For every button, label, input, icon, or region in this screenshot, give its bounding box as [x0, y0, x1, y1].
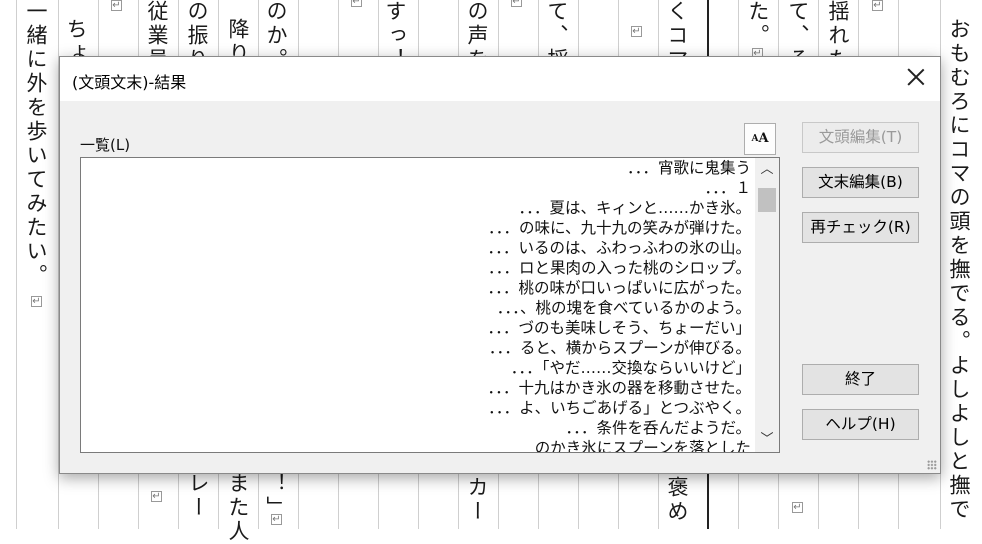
list-item[interactable]: のかき氷にスプーンを落とした — [81, 438, 753, 452]
return-mark-icon: ↵ — [111, 0, 122, 11]
document-line: 一緒に外を歩いてみたい。 — [24, 0, 48, 288]
return-mark-icon: ↵ — [31, 296, 42, 307]
return-mark-icon: ↵ — [511, 0, 522, 7]
title-bar[interactable]: (文頭文末)-結果 — [60, 57, 940, 101]
document-line: レー — [186, 472, 210, 520]
list-item[interactable]: ．．．条件を呑んだようだ。 — [81, 418, 753, 438]
list-item[interactable]: ．．．十九はかき氷の器を移動させた。 — [81, 378, 753, 398]
list-item[interactable]: ．．．よ、いちごあげる」とつぶやく。 — [81, 398, 753, 418]
head-edit-button[interactable]: 文頭編集(T) — [802, 122, 919, 153]
return-mark-icon: ↵ — [271, 514, 282, 525]
close-icon[interactable] — [906, 67, 926, 87]
return-mark-icon: ↵ — [792, 502, 803, 513]
list-item[interactable]: ．．．づのも美味しそう、ちょーだい」 — [81, 318, 753, 338]
font-size-button[interactable]: AA — [744, 123, 776, 155]
help-button[interactable]: ヘルプ(H) — [802, 409, 919, 440]
return-mark-icon: ↵ — [351, 0, 362, 7]
chevron-up-icon[interactable]: ︿ — [759, 162, 775, 178]
list-item[interactable]: ．．．ロと果肉の入った桃のシロップ。 — [81, 258, 753, 278]
tail-edit-button[interactable]: 文末編集(B) — [802, 167, 919, 198]
chevron-down-icon[interactable]: ﹀ — [759, 432, 775, 448]
result-list[interactable]: ．．．宵歌に鬼集う ．．．１ ．．．夏は、キィンと……かき氷。 ．．．の味に、九十九の… — [80, 157, 780, 453]
list-item[interactable]: ．．．夏は、キィンと……かき氷。 — [81, 198, 753, 218]
list-label: 一覧(L) — [80, 136, 131, 154]
list-item[interactable]: ．．．１ — [81, 178, 753, 198]
document-line: おもむろにコマの頭を撫でる。よしよしと撫で — [947, 18, 971, 522]
column-rule — [16, 0, 17, 529]
return-mark-icon: ↵ — [872, 0, 883, 11]
document-line: ！」 — [264, 472, 288, 520]
document-line: カー — [465, 476, 489, 524]
document-line: また人 — [226, 472, 250, 544]
list-item[interactable]: ．．．、桃の塊を食べているかのよう。 — [81, 298, 753, 318]
return-mark-icon: ↵ — [631, 26, 642, 37]
vertical-scrollbar[interactable]: ︿ ﹀ — [755, 158, 779, 452]
list-item[interactable]: ．．．ると、横からスプーンが伸びる。 — [81, 338, 753, 358]
dialog-title: (文頭文末)-結果 — [72, 73, 187, 92]
result-dialog: (文頭文末)-結果 一覧(L) AA ．．．宵歌に鬼集う ．．．１ ．．．夏は、キィ… — [59, 56, 941, 474]
list-item[interactable]: ．．．「やだ……交換ならいいけど」 — [81, 358, 753, 378]
result-list-rows: ．．．宵歌に鬼集う ．．．１ ．．．夏は、キィンと……かき氷。 ．．．の味に、九十九の… — [81, 158, 753, 452]
recheck-button[interactable]: 再チェック(R) — [802, 212, 919, 243]
resize-grip-icon[interactable] — [927, 460, 937, 470]
list-item[interactable]: ．．．いるのは、ふわっふわの氷の山。 — [81, 238, 753, 258]
document-line: た。 — [746, 0, 770, 48]
scrollbar-thumb[interactable] — [758, 188, 776, 212]
list-item[interactable]: ．．．桃の味が口いっぱいに広がった。 — [81, 278, 753, 298]
document-line: 褒め — [665, 476, 689, 524]
font-big-glyph: A — [758, 131, 769, 146]
finish-button[interactable]: 終了 — [802, 364, 919, 395]
list-item[interactable]: ．．．の味に、九十九の笑みが弾けた。 — [81, 218, 753, 238]
return-mark-icon: ↵ — [151, 491, 162, 502]
list-item[interactable]: ．．．宵歌に鬼集う — [81, 158, 753, 178]
